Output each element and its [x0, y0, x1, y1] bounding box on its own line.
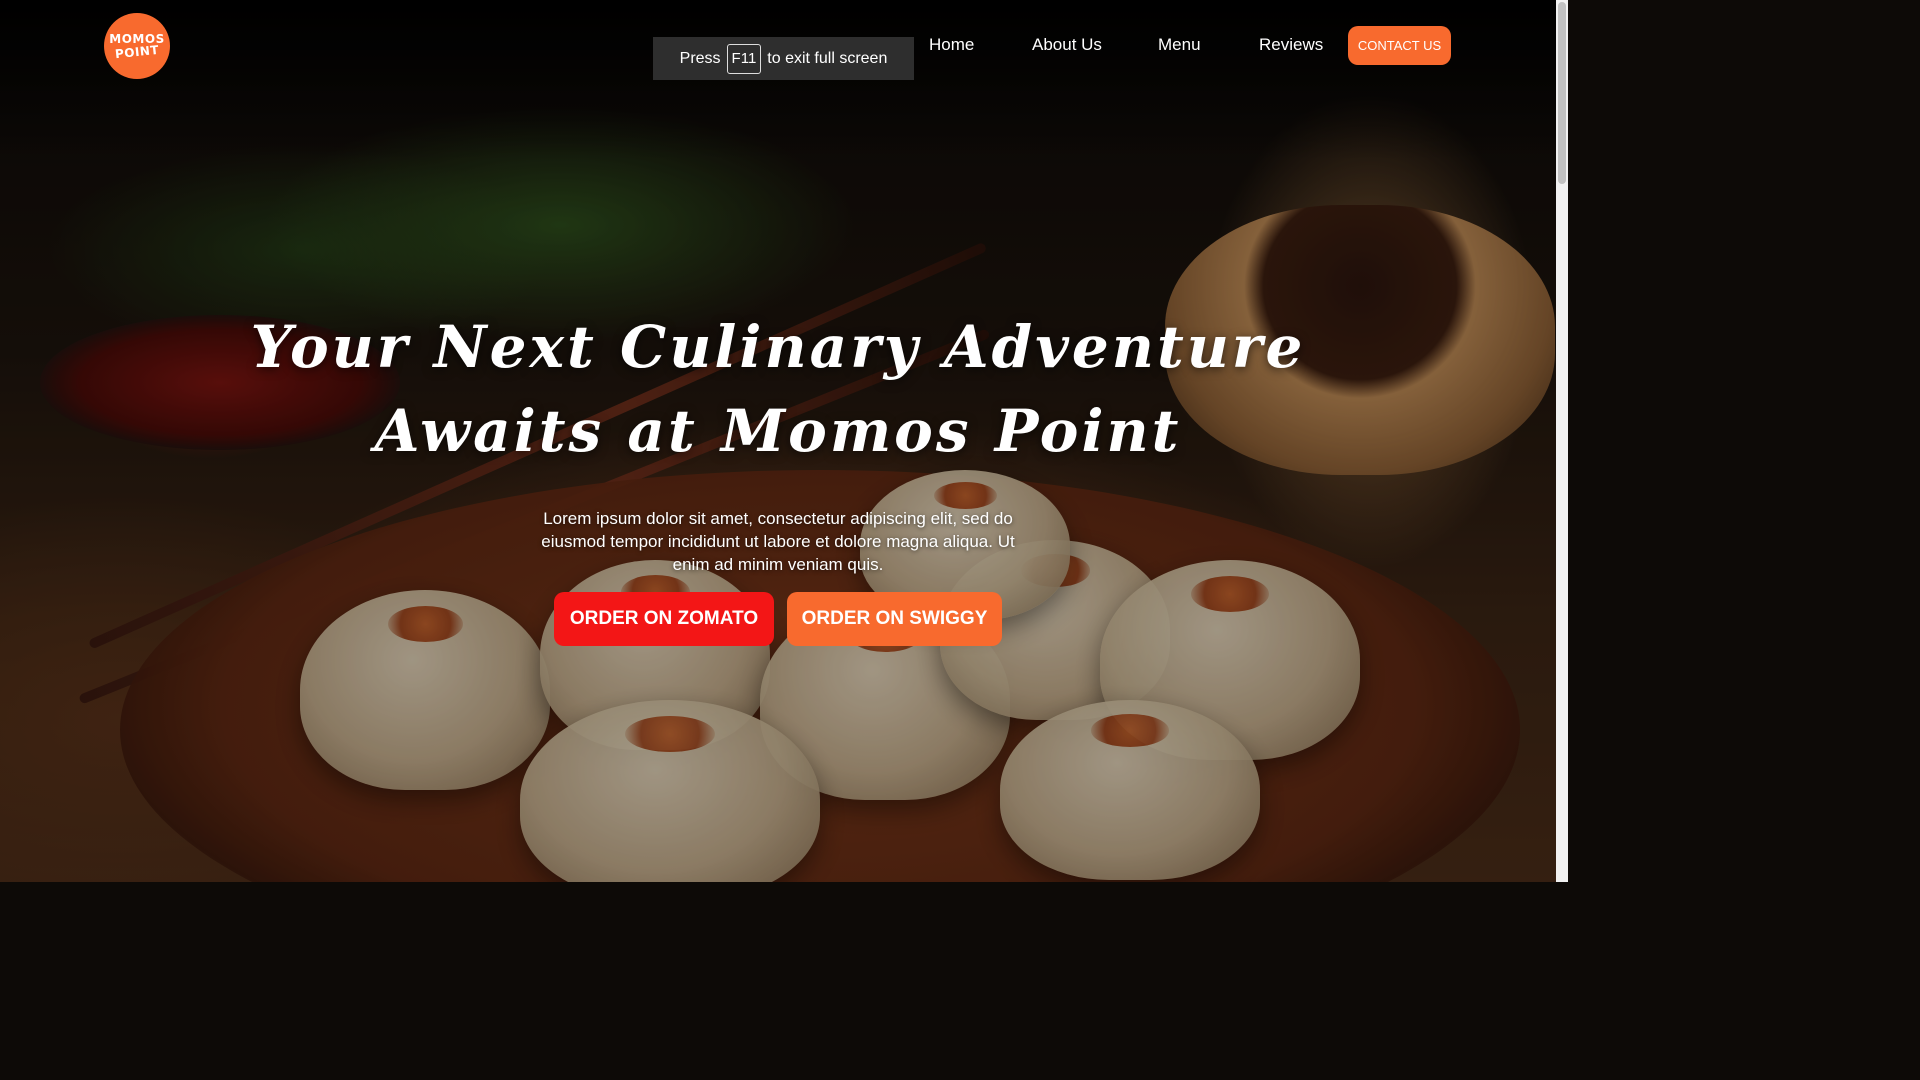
nav-menu-link[interactable]: Menu — [1158, 35, 1201, 55]
momos-point-logo[interactable]: MOMOS POINT — [104, 13, 170, 79]
f11-key-badge: F11 — [726, 43, 762, 74]
hero-headline: Your Next Culinary Adventure Awaits at M… — [0, 305, 1556, 473]
nav-about-link[interactable]: About Us — [1032, 35, 1102, 55]
scrollbar-thumb[interactable] — [1558, 2, 1566, 184]
contact-us-button[interactable]: CONTACT US — [1348, 26, 1451, 65]
fullscreen-exit-notice: Press F11 to exit full screen — [653, 37, 914, 80]
fullscreen-notice-suffix: to exit full screen — [767, 49, 888, 67]
order-on-swiggy-button[interactable]: ORDER ON SWIGGY — [787, 592, 1002, 646]
logo-text-line2: POINT — [114, 42, 160, 62]
fullscreen-notice-prefix: Press — [679, 49, 721, 67]
nav-reviews-link[interactable]: Reviews — [1259, 35, 1323, 55]
vertical-scrollbar[interactable] — [1556, 0, 1568, 882]
order-on-zomato-button[interactable]: ORDER ON ZOMATO — [554, 592, 774, 646]
hero-headline-line2: Awaits at Momos Point — [374, 397, 1182, 465]
hero-headline-line1: Your Next Culinary Adventure — [250, 313, 1306, 381]
hero-description: Lorem ipsum dolor sit amet, consectetur … — [541, 509, 1015, 574]
nav-home-link[interactable]: Home — [929, 35, 974, 55]
